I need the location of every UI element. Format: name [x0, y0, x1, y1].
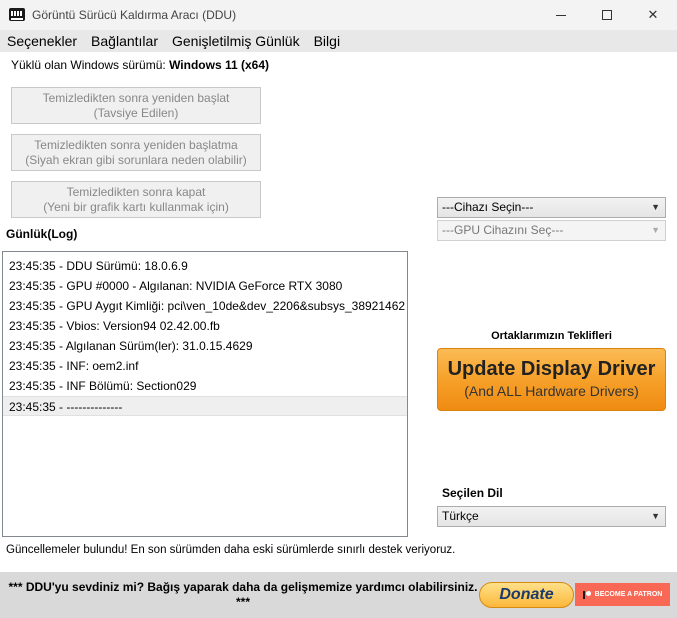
log-entry[interactable]: 23:45:35 - GPU Aygıt Kimliği: pci\ven_10… — [3, 296, 407, 316]
log-entry[interactable]: 23:45:35 - Algılanan Sürüm(ler): 31.0.15… — [3, 336, 407, 356]
log-entry[interactable]: 23:45:35 - GPU #0000 - Algılanan: NVIDIA… — [3, 276, 407, 296]
windows-version-value: Windows 11 (x64) — [169, 58, 269, 72]
device-type-select[interactable]: ---Cihazı Seçin--- ▼ — [437, 197, 666, 218]
chevron-down-icon: ▼ — [651, 202, 660, 212]
menu-options[interactable]: Seçenekler — [0, 30, 84, 52]
close-button[interactable]: ✕ — [630, 0, 676, 30]
clean-without-restart-button[interactable]: Temizledikten sonra yeniden başlatma (Si… — [11, 134, 261, 171]
log-list[interactable]: 23:45:35 - DDU Sürümü: 18.0.6.9 23:45:35… — [2, 251, 408, 537]
become-patron-label: BECOME A PATRON — [594, 591, 663, 598]
maximize-icon — [602, 10, 612, 20]
log-entry[interactable]: 23:45:35 - INF: oem2.inf — [3, 356, 407, 376]
donation-footer: *** DDU'yu sevdiniz mi? Bağış yaparak da… — [0, 572, 677, 618]
clean-and-shutdown-note: (Yeni bir grafik kartı kullanmak için) — [43, 199, 229, 214]
promo-headline: Update Display Driver — [447, 358, 656, 380]
clean-and-restart-button[interactable]: Temizledikten sonra yeniden başlat (Tavs… — [11, 87, 261, 124]
chevron-down-icon: ▼ — [651, 511, 660, 521]
gpu-device-select[interactable]: ---GPU Cihazını Seç--- ▼ — [437, 220, 666, 241]
log-entry[interactable]: 23:45:35 - INF Bölümü: Section029 — [3, 376, 407, 396]
clean-without-restart-label: Temizledikten sonra yeniden başlatma — [34, 137, 238, 152]
clean-and-restart-label: Temizledikten sonra yeniden başlat — [42, 90, 230, 105]
donation-message: *** DDU'yu sevdiniz mi? Bağış yaparak da… — [8, 580, 478, 609]
log-entry[interactable]: 23:45:35 - Vbios: Version94 02.42.00.fb — [3, 316, 407, 336]
language-value: Türkçe — [442, 509, 479, 523]
windows-version-label: Yüklü olan Windows sürümü: — [11, 58, 170, 72]
clean-and-shutdown-label: Temizledikten sonra kapat — [66, 184, 206, 199]
donate-button[interactable]: Donate — [479, 582, 574, 608]
clean-and-restart-note: (Tavsiye Edilen) — [93, 105, 179, 120]
clean-without-restart-note: (Siyah ekran gibi sorunlara neden olabil… — [25, 152, 247, 167]
minimize-button[interactable] — [538, 0, 584, 30]
partners-title: Ortaklarımızın Teklifleri — [491, 330, 612, 342]
device-type-value: ---Cihazı Seçin--- — [442, 200, 534, 214]
menu-extended-log[interactable]: Genişletilmiş Günlük — [165, 30, 307, 52]
log-entry-selected[interactable]: 23:45:35 - -------------- — [3, 396, 407, 416]
become-patron-button[interactable]: BECOME A PATRON — [575, 583, 670, 606]
chevron-down-icon: ▼ — [651, 225, 660, 235]
update-status-text: Güncellemeler bulundu! En son sürümden d… — [6, 544, 456, 556]
promo-subline: (And ALL Hardware Drivers) — [464, 383, 639, 399]
menu-info[interactable]: Bilgi — [307, 30, 347, 52]
title-bar: Görüntü Sürücü Kaldırma Aracı (DDU) ✕ — [0, 0, 677, 30]
patreon-icon — [582, 590, 591, 599]
ddu-app-icon — [9, 8, 25, 21]
clean-and-shutdown-button[interactable]: Temizledikten sonra kapat (Yeni bir graf… — [11, 181, 261, 218]
window-title: Görüntü Sürücü Kaldırma Aracı (DDU) — [32, 8, 237, 22]
language-select[interactable]: Türkçe ▼ — [437, 506, 666, 527]
menu-bar: Seçenekler Bağlantılar Genişletilmiş Gün… — [0, 30, 677, 52]
language-title: Seçilen Dil — [442, 486, 503, 500]
gpu-device-value: ---GPU Cihazını Seç--- — [442, 223, 564, 237]
maximize-button[interactable] — [584, 0, 630, 30]
windows-version-info: Yüklü olan Windows sürümü: Windows 11 (x… — [11, 58, 269, 72]
log-title: Günlük(Log) — [6, 227, 78, 241]
minimize-icon — [556, 14, 566, 16]
update-driver-promo-button[interactable]: Update Display Driver (And ALL Hardware … — [437, 348, 666, 411]
log-entry[interactable]: 23:45:35 - DDU Sürümü: 18.0.6.9 — [3, 256, 407, 276]
close-icon: ✕ — [647, 7, 659, 22]
menu-links[interactable]: Bağlantılar — [84, 30, 165, 52]
